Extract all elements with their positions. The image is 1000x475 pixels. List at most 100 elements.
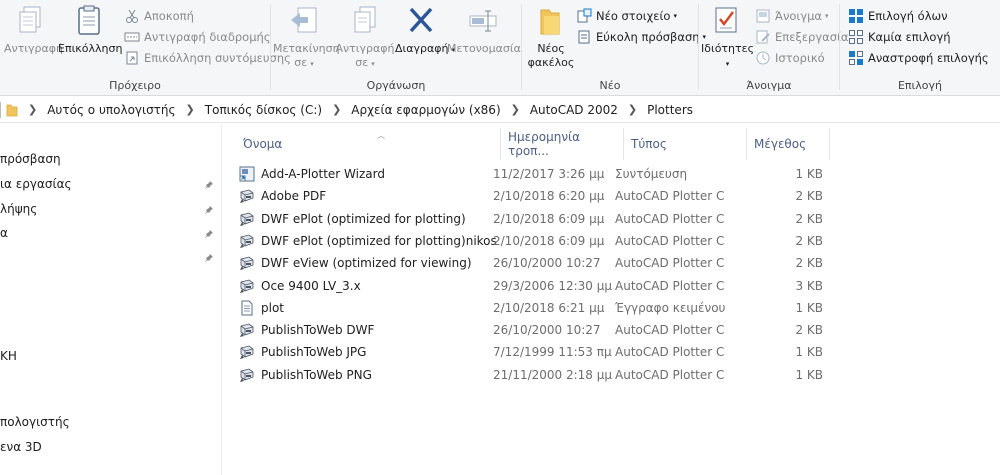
pin-icon[interactable] [204, 204, 214, 214]
breadcrumb-autocad[interactable]: AutoCAD 2002 [530, 103, 618, 117]
new-folder-button[interactable]: Νέος φακέλος [526, 4, 576, 70]
delete-x-icon [405, 4, 437, 38]
breadcrumb-this-pc[interactable]: Αυτός ο υπολογιστής [47, 103, 175, 117]
copy-label: Αντιγραφή [4, 42, 63, 55]
column-header-date[interactable]: Ημερομηνία τροπ... [502, 128, 624, 160]
chevron-right-icon[interactable]: ❯ [332, 103, 341, 116]
nav-item-3d-objects[interactable]: ενα 3D [0, 436, 222, 458]
file-type: AutoCAD Plotter C... [615, 233, 725, 248]
clipboard-group-label: Πρόχειρο [109, 79, 161, 92]
column-header-size[interactable]: Μέγεθος [748, 128, 830, 160]
plotter-config-icon [239, 367, 255, 383]
select-all-button[interactable]: Επιλογή όλων [848, 6, 948, 26]
copy-button[interactable]: Αντιγραφή [4, 4, 63, 56]
nav-item-label: λήψης [0, 202, 38, 216]
file-row[interactable]: DWF ePlot (optimized for plotting) 2/10/2… [239, 208, 839, 230]
file-type: AutoCAD Plotter C... [615, 211, 725, 226]
file-name-cell: Adobe PDF [239, 185, 326, 207]
paste-button[interactable]: Επικόλληση [58, 4, 123, 56]
easy-access-button[interactable]: Εύκολη πρόσβαση ▾ [576, 27, 706, 47]
new-folder-label: Νέος [537, 42, 565, 55]
invert-selection-button[interactable]: Αναστροφή επιλογής [848, 48, 989, 68]
paste-label: Επικόλληση [58, 42, 123, 55]
text-document-icon [239, 300, 255, 316]
plotter-config-icon [239, 188, 255, 204]
nav-item-downloads[interactable]: λήψης [0, 198, 222, 220]
properties-icon [710, 4, 742, 38]
column-header-name[interactable]: Όνομα ︿ [237, 128, 501, 160]
file-row[interactable]: PublishToWeb PNG 21/11/2000 2:18 μμ AutoCA… [239, 364, 839, 386]
properties-label: Ιδιότητες [701, 42, 755, 55]
select-none-icon [848, 29, 864, 45]
nav-item-this-pc[interactable]: πολογιστής [0, 411, 222, 433]
invert-selection-label: Αναστροφή επιλογής [868, 51, 989, 65]
file-row[interactable]: Oce 9400 LV_3.x 29/3/2006 12:30 μμ AutoCAD… [239, 275, 839, 297]
file-row[interactable]: PublishToWeb DWF 26/10/2000 10:27 AutoCAD … [239, 319, 839, 341]
breadcrumb-program-files[interactable]: Αρχεία εφαρμογών (x86) [351, 103, 500, 117]
file-row[interactable]: DWF ePlot (optimized for plotting)nikos 2… [239, 230, 839, 252]
nav-item-documents[interactable]: α [0, 222, 222, 244]
file-type: AutoCAD Plotter C... [615, 256, 725, 271]
pin-icon[interactable] [204, 228, 214, 238]
move-to-label-2: σε [294, 56, 308, 69]
nav-item-pictures[interactable] [0, 246, 222, 268]
pin-icon[interactable] [204, 179, 214, 189]
new-item-button[interactable]: Νέο στοιχείο ▾ [576, 6, 677, 26]
file-size: 1 KB [795, 345, 823, 360]
easy-access-label: Εύκολη πρόσβαση [596, 30, 700, 44]
nav-item-label: ΚΗ [0, 349, 17, 363]
file-row[interactable]: Adobe PDF 2/10/2018 6:20 μμ AutoCAD Plotte… [239, 185, 839, 207]
sort-up-icon: ︿ [377, 131, 385, 140]
move-to-button[interactable]: Μετακίνηση σε ▾ [273, 4, 340, 71]
file-row[interactable]: plot 2/10/2018 6:21 μμ Έγγραφο κειμένου 1 K… [239, 297, 839, 319]
chevron-right-icon[interactable]: ❯ [28, 103, 37, 116]
column-header-date-label: Ημερομηνία τροπ... [508, 130, 581, 158]
cut-button[interactable]: Αποκοπή [124, 6, 194, 26]
select-none-button[interactable]: Καμία επιλογή [848, 27, 951, 47]
chevron-right-icon[interactable]: ❯ [186, 103, 195, 116]
breadcrumb-local-disk[interactable]: Τοπικός δίσκος (C:) [205, 103, 322, 117]
file-name: DWF ePlot (optimized for plotting) [261, 211, 466, 226]
file-date: 26/10/2000 10:27 [493, 256, 601, 271]
copy-path-icon [124, 29, 140, 45]
file-date: 2/10/2018 6:20 μμ [493, 189, 605, 204]
select-all-icon [848, 8, 864, 24]
file-name: PublishToWeb PNG [261, 367, 372, 382]
nav-item-label: ια εργασίας [0, 177, 72, 191]
clipboard-group: Αντιγραφή Επικόλληση Αποκοπή Αντιγραφή δ… [0, 0, 291, 96]
chevron-down-icon: ▾ [825, 12, 829, 20]
chevron-right-icon[interactable]: ❯ [511, 103, 520, 116]
chevron-right-icon[interactable]: ❯ [628, 103, 637, 116]
file-date: 21/11/2000 2:18 μμ [493, 367, 613, 382]
file-row[interactable]: PublishToWeb JPG 7/12/1999 11:53 πμ AutoCA… [239, 341, 839, 363]
pin-icon[interactable] [204, 252, 214, 262]
nav-item-label: ενα 3D [0, 440, 42, 454]
address-bar[interactable]: ❯ Αυτός ο υπολογιστής ❯ Τοπικός δίσκος (… [0, 97, 1000, 123]
file-row[interactable]: DWF eView (optimized for viewing) 26/10/2… [239, 252, 839, 274]
paste-shortcut-button[interactable]: Επικόλληση συντόμευσης [124, 48, 291, 68]
select-group-label: Επιλογή [897, 79, 943, 92]
edit-button[interactable]: Επεξεργασία [755, 27, 848, 47]
file-name: plot [261, 300, 284, 315]
file-date: 7/12/1999 11:53 πμ [493, 345, 612, 360]
copy-path-button[interactable]: Αντιγραφή διαδρομής [124, 27, 271, 47]
breadcrumb-plotters[interactable]: Plotters [647, 103, 693, 117]
open-button[interactable]: Άνοιγμα ▾ [755, 6, 829, 26]
column-header-type[interactable]: Τύπος [625, 128, 747, 160]
file-name-cell: DWF eView (optimized for viewing) [239, 252, 472, 274]
nav-item-desktop[interactable]: ια εργασίας [0, 173, 222, 195]
nav-item-folder[interactable]: ΚΗ [0, 345, 222, 367]
open-label: Άνοιγμα [775, 9, 823, 23]
copy-to-button[interactable]: Αντιγραφή σε ▾ [335, 4, 395, 71]
file-row[interactable]: Add-A-Plotter Wizard 11/2/2017 3:26 μμ Συν… [239, 163, 839, 185]
delete-button[interactable]: Διαγραφή ▾ [395, 4, 455, 57]
select-all-label: Επιλογή όλων [868, 9, 948, 23]
chevron-down-icon: ▾ [310, 60, 314, 68]
nav-item-quick-access[interactable]: πρόσβαση [0, 148, 222, 170]
file-date: 26/10/2000 10:27 [493, 323, 601, 338]
rename-button[interactable]: Μετονομασία [447, 4, 521, 56]
cut-label: Αποκοπή [144, 9, 194, 23]
column-header-type-label: Τύπος [631, 137, 667, 151]
history-button[interactable]: Ιστορικό [755, 48, 825, 68]
properties-button[interactable]: Ιδιότητες ▾ [701, 4, 755, 71]
